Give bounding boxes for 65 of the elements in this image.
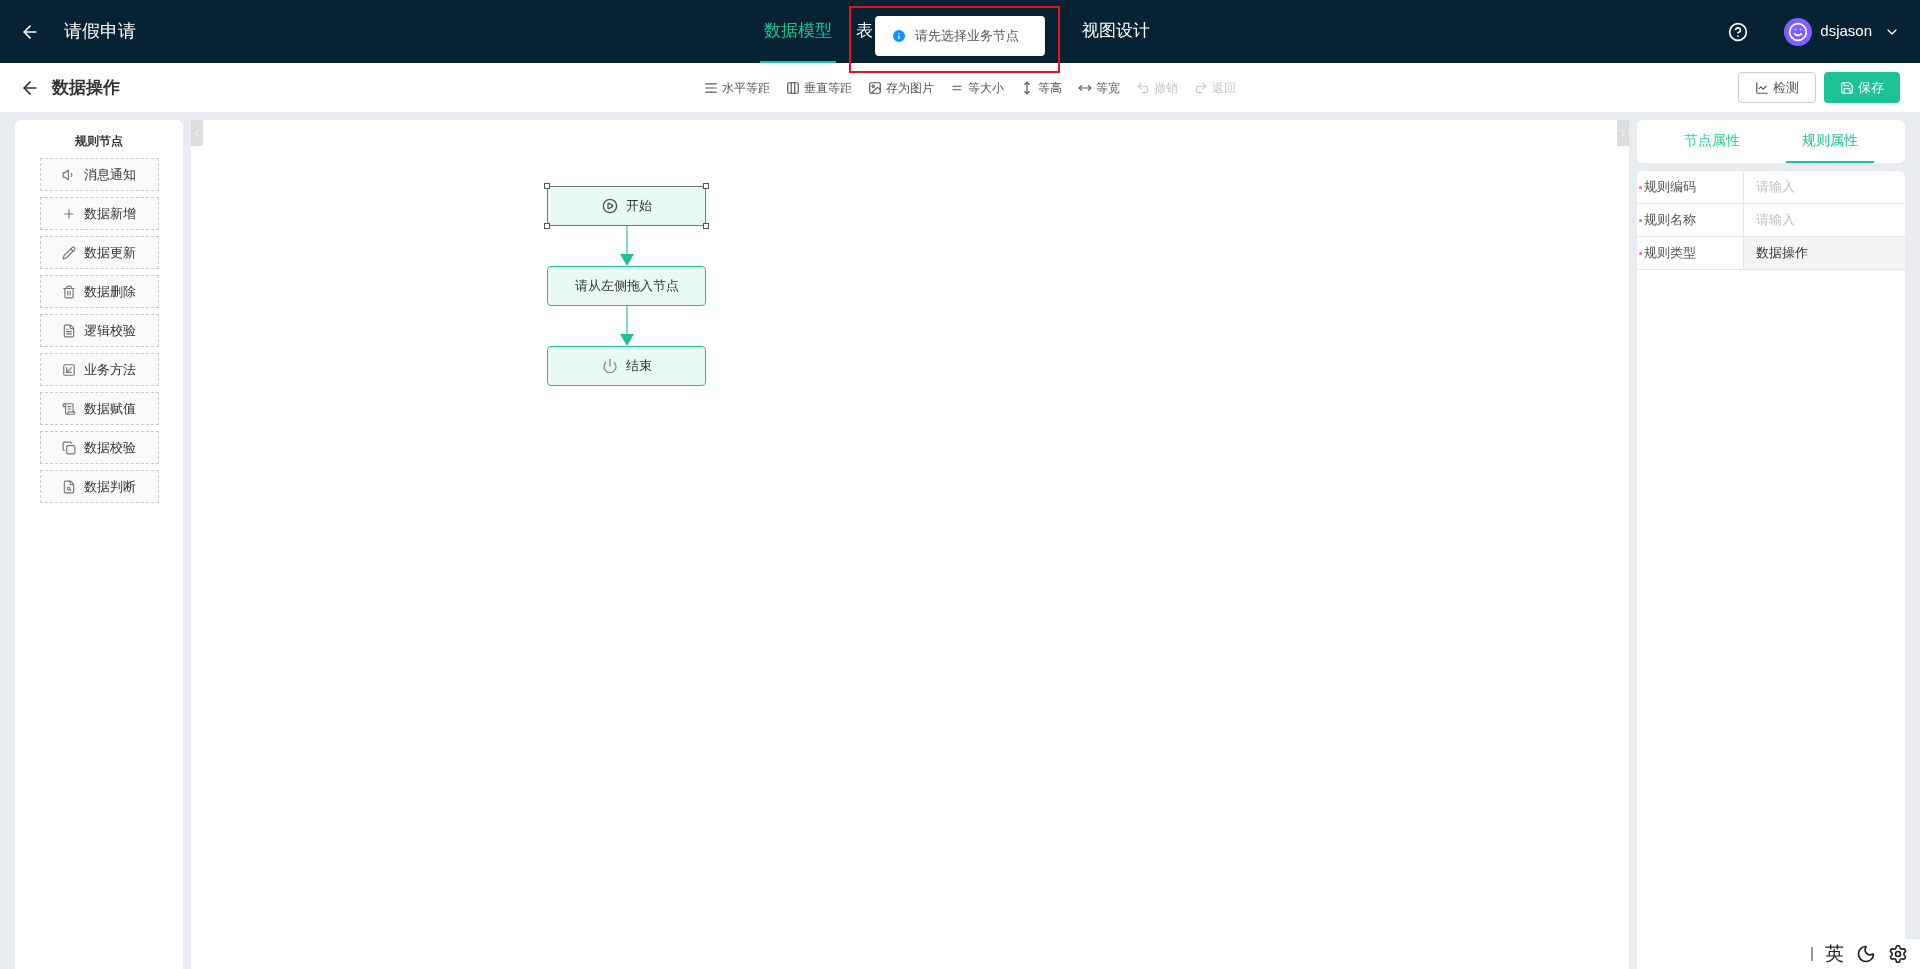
palette-item[interactable]: 数据删除	[39, 275, 159, 308]
undo-icon	[1136, 80, 1150, 95]
resize-handle[interactable]	[703, 183, 709, 189]
input-field[interactable]: 请输入	[1744, 204, 1905, 236]
trash-icon	[62, 284, 76, 299]
toolbar-button[interactable]: 存为图片	[868, 78, 934, 97]
palette-item[interactable]: 数据判断	[39, 470, 159, 503]
app-title: 请假申请	[64, 20, 136, 43]
moon-icon[interactable]	[1856, 944, 1876, 964]
vertical-lines-icon	[786, 80, 800, 95]
palette-item[interactable]: 业务方法	[39, 353, 159, 386]
collapse-right-handle[interactable]	[1617, 120, 1629, 146]
settings-icon[interactable]	[1888, 944, 1908, 964]
palette-item[interactable]: 数据校验	[39, 431, 159, 464]
toast-message: 请先选择业务节点	[915, 27, 1019, 46]
toolbar-button[interactable]: 等高	[1020, 78, 1062, 97]
redo-icon	[1194, 80, 1208, 95]
field-label: 规则类型	[1644, 244, 1696, 263]
copy-icon	[62, 440, 76, 455]
connector-arrow	[619, 306, 634, 346]
resize-handle[interactable]	[544, 183, 550, 189]
toolbar-button[interactable]: 等宽	[1078, 78, 1120, 97]
flow-node[interactable]: 开始	[547, 186, 706, 226]
connector-arrow	[619, 226, 634, 266]
flow-node[interactable]: 请从左侧拖入节点	[547, 266, 706, 306]
help-icon[interactable]	[1728, 21, 1749, 42]
arrow-square-icon	[62, 362, 76, 377]
node-label: 结束	[625, 357, 652, 376]
collapse-left-handle[interactable]	[191, 120, 203, 146]
document-icon	[62, 323, 76, 338]
info-icon	[891, 28, 907, 44]
user-name[interactable]: dsjason	[1820, 20, 1872, 43]
horizontal-lines-icon	[704, 80, 718, 95]
save-icon	[1840, 80, 1854, 95]
palette-item[interactable]: 数据赋值	[39, 392, 159, 425]
nav-tab[interactable]: 视图设计	[1078, 0, 1154, 63]
list-document-icon	[62, 401, 76, 416]
input-field[interactable]: 请输入	[1744, 171, 1905, 203]
file-search-icon	[62, 479, 76, 494]
node-label: 开始	[625, 197, 652, 216]
palette-item[interactable]: 数据新增	[39, 197, 159, 230]
palette-item[interactable]: 逻辑校验	[39, 314, 159, 347]
flow-node[interactable]: 结束	[547, 346, 706, 386]
toolbar-button[interactable]: 水平等距	[704, 78, 770, 97]
palette-item[interactable]: 消息通知	[39, 158, 159, 191]
readonly-field: 数据操作	[1744, 237, 1905, 269]
power-icon	[601, 358, 618, 374]
plus-icon	[62, 206, 76, 221]
toolbar-button[interactable]: 等大小	[950, 78, 1004, 97]
node-label: 请从左侧拖入节点	[574, 277, 679, 296]
avatar[interactable]	[1784, 17, 1813, 46]
ime-mode[interactable]: 英	[1825, 939, 1844, 969]
resize-handle[interactable]	[544, 223, 550, 229]
field-label: 规则编码	[1644, 178, 1696, 197]
pencil-icon	[62, 245, 76, 260]
check-button[interactable]: 检测	[1738, 72, 1816, 103]
play-icon	[601, 198, 618, 214]
resize-handle[interactable]	[703, 223, 709, 229]
toolbar-button[interactable]: 垂直等距	[786, 78, 852, 97]
page-title: 数据操作	[52, 76, 120, 99]
palette-title: 规则节点	[75, 133, 123, 150]
palette-item[interactable]: 数据更新	[39, 236, 159, 269]
field-label: 规则名称	[1644, 211, 1696, 230]
image-icon	[868, 80, 882, 95]
chart-icon	[1755, 80, 1769, 95]
